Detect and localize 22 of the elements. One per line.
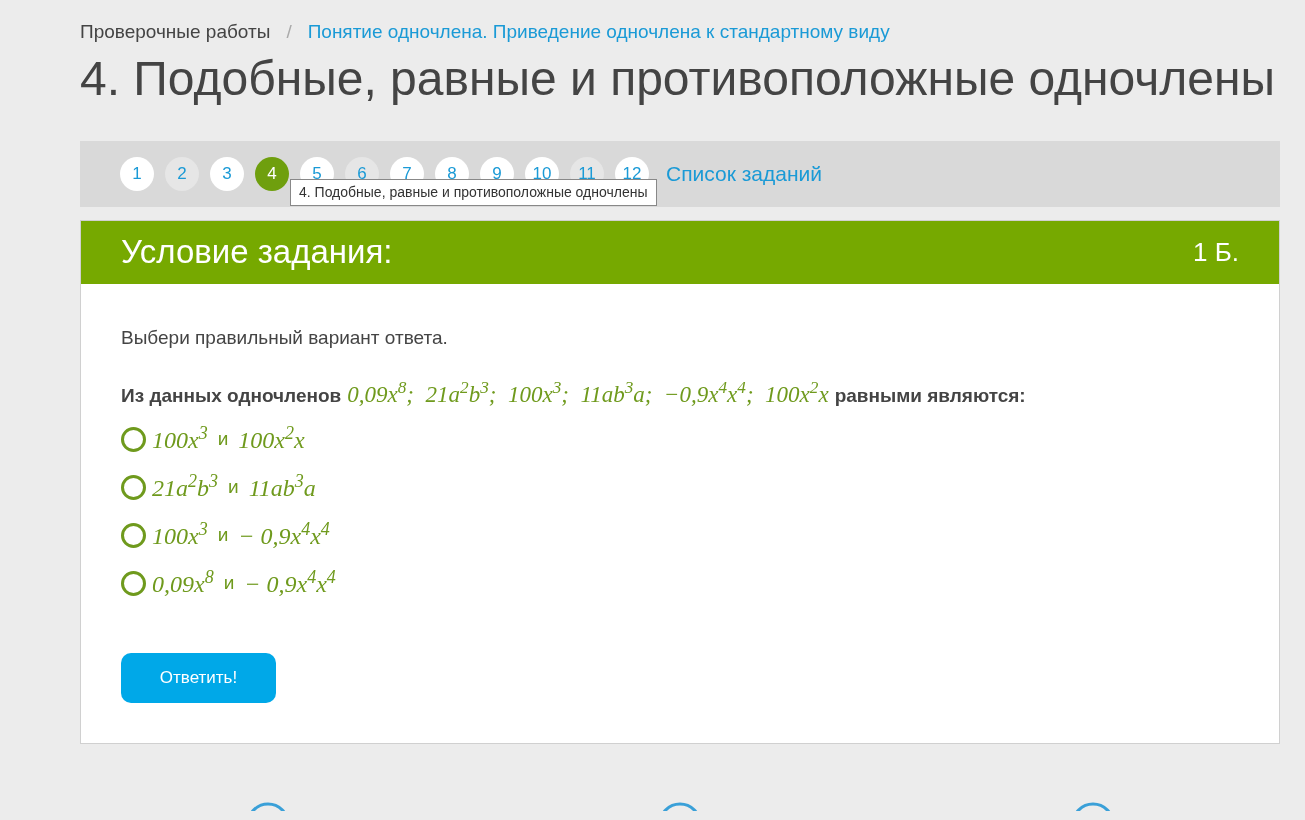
conjunction-text: и bbox=[216, 427, 230, 452]
monomial: 100x$^{2}$x bbox=[238, 421, 305, 455]
monomial: 100x$^{3}$ bbox=[152, 517, 208, 551]
monomial: 21a$^{2}$b$^{3}$ bbox=[152, 469, 218, 503]
monomial: 100x$^{3}$ bbox=[152, 421, 208, 455]
monomial: 11ab$^{3}$a bbox=[248, 469, 316, 503]
conjunction-text: и bbox=[216, 523, 230, 548]
tooltip: 4. Подобные, равные и противоположные одночлены bbox=[290, 178, 657, 206]
instruction-text: Выбери правильный вариант ответа. bbox=[121, 325, 448, 350]
points-label: 1 Б. bbox=[1193, 235, 1239, 269]
conjunction-text: и bbox=[227, 475, 240, 500]
monomial-list: 0,09x$^{8}$; 21a$^{2}$b$^{3}$; 100x$^{3}$; 11ab$^{3}$a; −0,9x$^{4}$x$^{4}$; 100x$^{2}$x bbox=[347, 378, 829, 413]
conjunction-text: и bbox=[222, 571, 236, 596]
breadcrumb-separator: / bbox=[285, 20, 293, 44]
question-text: Из данных одночленов bbox=[121, 384, 342, 408]
monomial: − 0,9x$^{4}$x$^{4}$ bbox=[238, 517, 330, 551]
page-title: 4. Подобные, равные и противоположные одночлены bbox=[80, 54, 1275, 103]
monomial: − 0,9x$^{4}$x$^{4}$ bbox=[244, 565, 336, 599]
breadcrumb-item: Проверочные работы bbox=[80, 20, 271, 44]
task-heading: Условие задания: bbox=[121, 232, 393, 273]
monomial: 0,09x$^{8}$ bbox=[152, 565, 214, 599]
question-text: равными являются: bbox=[834, 384, 1026, 408]
